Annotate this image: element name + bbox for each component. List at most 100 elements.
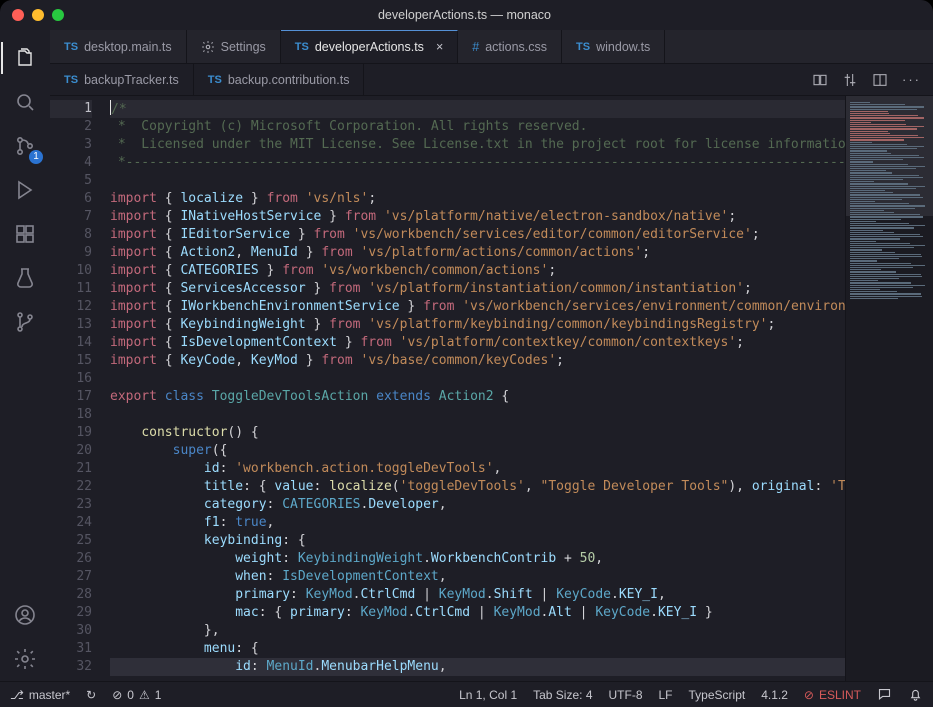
line-number[interactable]: 28 bbox=[50, 586, 92, 604]
line-number[interactable]: 29 bbox=[50, 604, 92, 622]
line-number[interactable]: 7 bbox=[50, 208, 92, 226]
status-ts-version[interactable]: 4.1.2 bbox=[761, 688, 788, 702]
status-feedback-icon[interactable] bbox=[877, 687, 892, 702]
zoom-window-button[interactable] bbox=[52, 9, 64, 21]
status-branch[interactable]: ⎇ master* bbox=[10, 688, 70, 702]
open-changes-icon[interactable] bbox=[842, 72, 858, 88]
line-number[interactable]: 17 bbox=[50, 388, 92, 406]
code-line[interactable]: import { localize } from 'vs/nls'; bbox=[110, 190, 845, 208]
status-eol[interactable]: LF bbox=[659, 688, 673, 702]
code-line[interactable]: f1: true, bbox=[110, 514, 845, 532]
line-number[interactable]: 15 bbox=[50, 352, 92, 370]
code-line[interactable]: export class ToggleDevToolsAction extend… bbox=[110, 388, 845, 406]
line-number[interactable]: 4 bbox=[50, 154, 92, 172]
diff-icon[interactable] bbox=[812, 72, 828, 88]
status-problems[interactable]: ⊘ 0 ⚠ 1 bbox=[112, 688, 161, 702]
code-line[interactable]: }, bbox=[110, 622, 845, 640]
line-number[interactable]: 27 bbox=[50, 568, 92, 586]
line-number[interactable]: 3 bbox=[50, 136, 92, 154]
status-sync[interactable]: ↻ bbox=[86, 688, 96, 702]
line-number[interactable]: 10 bbox=[50, 262, 92, 280]
tab-backuptracker-ts[interactable]: TSbackupTracker.ts bbox=[50, 64, 194, 95]
status-eslint[interactable]: ⊘ ESLINT bbox=[804, 688, 861, 702]
source-control-icon[interactable]: 1 bbox=[1, 124, 49, 168]
code-line[interactable]: import { KeybindingWeight } from 'vs/pla… bbox=[110, 316, 845, 334]
line-number[interactable]: 32 bbox=[50, 658, 92, 676]
code-line[interactable]: import { INativeHostService } from 'vs/p… bbox=[110, 208, 845, 226]
search-icon[interactable] bbox=[1, 80, 49, 124]
code-line[interactable]: import { Action2, MenuId } from 'vs/plat… bbox=[110, 244, 845, 262]
line-number[interactable]: 11 bbox=[50, 280, 92, 298]
split-editor-icon[interactable] bbox=[872, 72, 888, 88]
line-number[interactable]: 18 bbox=[50, 406, 92, 424]
tab-backup-contribution-ts[interactable]: TSbackup.contribution.ts bbox=[194, 64, 365, 95]
tab-settings[interactable]: Settings bbox=[187, 30, 281, 63]
line-number[interactable]: 12 bbox=[50, 298, 92, 316]
line-number[interactable]: 25 bbox=[50, 532, 92, 550]
close-tab-icon[interactable]: × bbox=[436, 40, 443, 54]
code-line[interactable] bbox=[110, 370, 845, 388]
line-number[interactable]: 20 bbox=[50, 442, 92, 460]
status-tabsize[interactable]: Tab Size: 4 bbox=[533, 688, 592, 702]
status-encoding[interactable]: UTF-8 bbox=[609, 688, 643, 702]
extensions-icon[interactable] bbox=[1, 212, 49, 256]
code-line[interactable] bbox=[110, 172, 845, 190]
code-line[interactable]: id: 'workbench.action.toggleDevTools', bbox=[110, 460, 845, 478]
minimap[interactable] bbox=[845, 96, 933, 681]
tab-desktop-main-ts[interactable]: TSdesktop.main.ts bbox=[50, 30, 187, 63]
line-number[interactable]: 23 bbox=[50, 496, 92, 514]
code-line[interactable]: * Licensed under the MIT License. See Li… bbox=[110, 136, 845, 154]
run-debug-icon[interactable] bbox=[1, 168, 49, 212]
line-number-gutter[interactable]: 1234567891011121314151617181920212223242… bbox=[50, 96, 104, 681]
status-language[interactable]: TypeScript bbox=[689, 688, 746, 702]
more-icon[interactable]: ··· bbox=[902, 72, 921, 87]
line-number[interactable]: 2 bbox=[50, 118, 92, 136]
code-line[interactable]: weight: KeybindingWeight.WorkbenchContri… bbox=[110, 550, 845, 568]
tab-actions-css[interactable]: #actions.css bbox=[458, 30, 562, 63]
line-number[interactable]: 22 bbox=[50, 478, 92, 496]
testing-icon[interactable] bbox=[1, 256, 49, 300]
code-line[interactable]: constructor() { bbox=[110, 424, 845, 442]
code-line[interactable]: import { IEditorService } from 'vs/workb… bbox=[110, 226, 845, 244]
close-window-button[interactable] bbox=[12, 9, 24, 21]
code-line[interactable]: *---------------------------------------… bbox=[110, 154, 845, 172]
tab-developeractions-ts[interactable]: TSdeveloperActions.ts× bbox=[281, 30, 458, 63]
line-number[interactable]: 9 bbox=[50, 244, 92, 262]
code-line[interactable]: import { IWorkbenchEnvironmentService } … bbox=[110, 298, 845, 316]
tab-window-ts[interactable]: TSwindow.ts bbox=[562, 30, 665, 63]
line-number[interactable]: 24 bbox=[50, 514, 92, 532]
code-line[interactable]: import { CATEGORIES } from 'vs/workbench… bbox=[110, 262, 845, 280]
code-line[interactable]: super({ bbox=[110, 442, 845, 460]
code-line[interactable]: when: IsDevelopmentContext, bbox=[110, 568, 845, 586]
code-line[interactable]: import { KeyCode, KeyMod } from 'vs/base… bbox=[110, 352, 845, 370]
line-number[interactable]: 21 bbox=[50, 460, 92, 478]
status-notifications-icon[interactable] bbox=[908, 687, 923, 702]
explorer-icon[interactable] bbox=[1, 36, 49, 80]
line-number[interactable]: 16 bbox=[50, 370, 92, 388]
line-number[interactable]: 6 bbox=[50, 190, 92, 208]
code-line[interactable]: * Copyright (c) Microsoft Corporation. A… bbox=[110, 118, 845, 136]
code-line[interactable]: import { ServicesAccessor } from 'vs/pla… bbox=[110, 280, 845, 298]
code-line[interactable]: mac: { primary: KeyMod.CtrlCmd | KeyMod.… bbox=[110, 604, 845, 622]
code-line[interactable]: primary: KeyMod.CtrlCmd | KeyMod.Shift |… bbox=[110, 586, 845, 604]
code-line[interactable] bbox=[110, 406, 845, 424]
code-line[interactable]: /* bbox=[110, 100, 845, 118]
code-line[interactable]: menu: { bbox=[110, 640, 845, 658]
git-branches-icon[interactable] bbox=[1, 300, 49, 344]
minimize-window-button[interactable] bbox=[32, 9, 44, 21]
line-number[interactable]: 31 bbox=[50, 640, 92, 658]
accounts-icon[interactable] bbox=[1, 593, 49, 637]
code-line[interactable]: category: CATEGORIES.Developer, bbox=[110, 496, 845, 514]
line-number[interactable]: 13 bbox=[50, 316, 92, 334]
line-number[interactable]: 14 bbox=[50, 334, 92, 352]
line-number[interactable]: 1 bbox=[50, 100, 92, 118]
code-editor[interactable]: /* * Copyright (c) Microsoft Corporation… bbox=[104, 96, 845, 681]
line-number[interactable]: 19 bbox=[50, 424, 92, 442]
status-cursor[interactable]: Ln 1, Col 1 bbox=[459, 688, 517, 702]
code-line[interactable]: keybinding: { bbox=[110, 532, 845, 550]
line-number[interactable]: 26 bbox=[50, 550, 92, 568]
code-line[interactable]: id: MenuId.MenubarHelpMenu, bbox=[110, 658, 845, 676]
code-line[interactable]: title: { value: localize('toggleDevTools… bbox=[110, 478, 845, 496]
code-line[interactable]: import { IsDevelopmentContext } from 'vs… bbox=[110, 334, 845, 352]
manage-gear-icon[interactable] bbox=[1, 637, 49, 681]
